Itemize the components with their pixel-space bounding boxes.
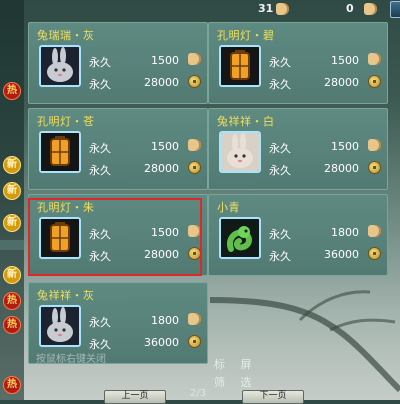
price-value: 1800 [151, 314, 179, 327]
hand-icon [368, 225, 381, 240]
duration-label: 永久 [89, 164, 111, 177]
price-value: 28000 [144, 162, 179, 175]
new-badge: 新 [3, 182, 21, 200]
green-snake-icon[interactable] [219, 217, 261, 259]
gift-count: 31 [258, 2, 274, 15]
price-row: 永久 1500 [269, 139, 385, 155]
close-hint: 按鼠标右键关闭 [36, 354, 106, 365]
item-name: 兔祥祥・灰 [37, 289, 95, 302]
hand-icon [368, 53, 381, 68]
coin-icon [368, 75, 381, 91]
hot-badge: 热 [3, 82, 21, 100]
new-badge: 新 [3, 214, 21, 232]
menu-box-icon[interactable] [390, 1, 400, 18]
gray-rabbit-icon[interactable] [39, 305, 81, 347]
hot-badge: 热 [3, 376, 21, 394]
price-row: 永久 1500 [89, 53, 205, 69]
coin-icon [368, 161, 381, 177]
coin-icon [188, 75, 201, 91]
hot-badge: 热 [3, 292, 21, 310]
coin-count: 0 [346, 2, 354, 15]
white-rabbit-icon[interactable] [219, 131, 261, 173]
sidebar-divider [0, 240, 24, 250]
item-card[interactable]: 兔祥祥・白 永久 1500 永久 28000 [208, 108, 388, 190]
duration-label: 永久 [269, 142, 291, 155]
duration-label: 永久 [89, 78, 111, 91]
coin-icon [188, 161, 201, 177]
item-name: 孔明灯・苍 [37, 115, 95, 128]
hand-icon [188, 53, 201, 68]
hand-icon [276, 3, 289, 15]
price-row: 永久 36000 [269, 247, 385, 263]
price-row: 永久 28000 [269, 161, 385, 177]
new-badge: 新 [3, 156, 21, 174]
duration-label: 永久 [269, 78, 291, 91]
duration-label: 永久 [89, 316, 111, 329]
item-name: 孔明灯・碧 [217, 29, 275, 42]
price-value: 28000 [324, 162, 359, 175]
duration-label: 永久 [269, 228, 291, 241]
tab-filter[interactable]: 筛 选 [214, 374, 258, 390]
tab-screen[interactable]: 标 屏 [214, 356, 258, 372]
item-name: 小青 [217, 201, 240, 214]
price-value: 28000 [144, 76, 179, 89]
hand-icon [188, 313, 201, 328]
blue-lantern-icon[interactable] [39, 131, 81, 173]
hot-badge: 热 [3, 316, 21, 334]
item-card[interactable]: 孔明灯・苍 永久 1500 永久 28000 [28, 108, 208, 190]
item-name: 兔瑞瑞・灰 [37, 29, 95, 42]
price-row: 永久 28000 [269, 75, 385, 91]
price-value: 1500 [151, 140, 179, 153]
duration-label: 永久 [269, 164, 291, 177]
price-row: 永久 1800 [269, 225, 385, 241]
duration-label: 永久 [89, 56, 111, 69]
duration-label: 永久 [269, 250, 291, 263]
item-card[interactable]: 兔瑞瑞・灰 永久 1500 永久 28000 [28, 22, 208, 104]
price-value: 1800 [331, 226, 359, 239]
gray-rabbit-icon[interactable] [39, 45, 81, 87]
next-page-button[interactable]: 下一页 [242, 390, 304, 404]
item-card[interactable]: 小青 永久 1800 永久 36000 [208, 194, 388, 276]
price-row: 永久 28000 [89, 161, 205, 177]
price-row: 永久 1500 [89, 139, 205, 155]
prev-page-button[interactable]: 上一页 [104, 390, 166, 404]
duration-label: 永久 [89, 142, 111, 155]
hand-icon [188, 139, 201, 154]
coin-icon [368, 247, 381, 263]
green-lantern-icon[interactable] [219, 45, 261, 87]
hand-icon [364, 3, 377, 15]
item-card[interactable]: 孔明灯・碧 永久 1500 永久 28000 [208, 22, 388, 104]
duration-label: 永久 [269, 56, 291, 69]
price-value: 36000 [144, 336, 179, 349]
price-row: 永久 28000 [89, 75, 205, 91]
currency-bar: 31 0 [24, 0, 400, 18]
new-badge: 新 [3, 266, 21, 284]
category-sidebar [0, 0, 24, 400]
price-value: 1500 [331, 54, 359, 67]
price-row: 永久 36000 [89, 335, 205, 351]
item-name: 兔祥祥・白 [217, 115, 275, 128]
pagination: 上一页 2/3 下一页 [24, 388, 400, 404]
price-row: 永久 1500 [269, 53, 385, 69]
price-row: 永久 1800 [89, 313, 205, 329]
page-indicator: 2/3 [190, 388, 207, 399]
selected-item-frame [28, 198, 202, 276]
hand-icon [368, 139, 381, 154]
coin-icon [188, 335, 201, 351]
price-value: 36000 [324, 248, 359, 261]
price-value: 1500 [151, 54, 179, 67]
price-value: 1500 [331, 140, 359, 153]
price-value: 28000 [324, 76, 359, 89]
